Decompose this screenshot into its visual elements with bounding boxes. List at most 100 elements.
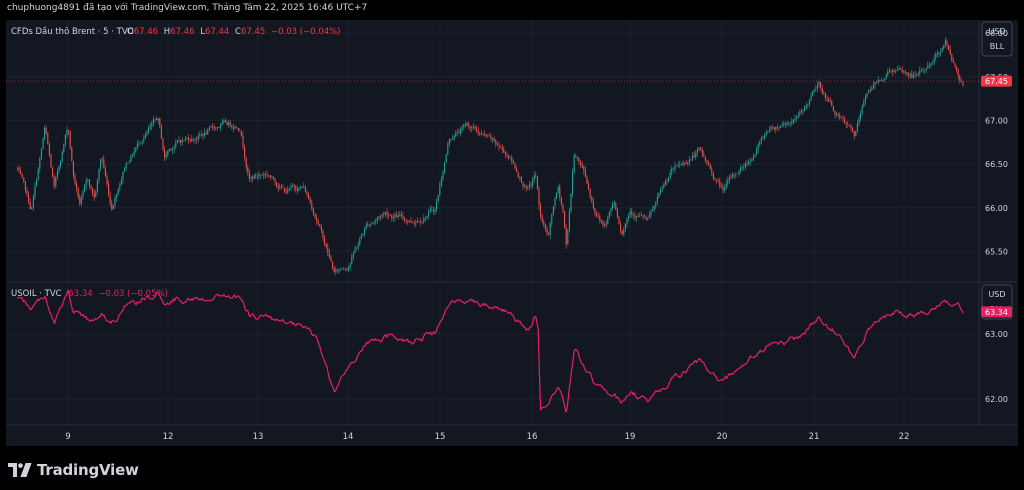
candle (831, 99, 833, 107)
brent-last-price-text: 67.45 (985, 77, 1008, 86)
candle (253, 174, 255, 180)
candle (533, 171, 535, 184)
candle (520, 175, 522, 183)
time-axis[interactable]: 9 12 13 14 15 16 19 20 21 22 (65, 432, 909, 442)
candle (461, 125, 463, 133)
candle (693, 151, 695, 159)
time-tick-label: 21 (809, 432, 820, 442)
candle (930, 62, 932, 69)
candle (45, 125, 47, 135)
candle (234, 124, 236, 130)
candle (853, 130, 855, 140)
candle (922, 67, 924, 73)
candle (920, 68, 922, 72)
candle (760, 135, 762, 145)
candle (380, 214, 382, 221)
candle (116, 193, 118, 202)
candle (132, 152, 134, 158)
candle (172, 146, 174, 155)
candle (589, 188, 591, 200)
candle (194, 137, 196, 144)
candle (631, 208, 633, 218)
candle (276, 181, 278, 189)
candle (884, 78, 886, 83)
candle (204, 128, 206, 139)
candle (308, 192, 310, 200)
candle (511, 154, 513, 165)
candle (440, 175, 442, 188)
chart-frame[interactable]: CFDs Dầu thô Brent · 5 · TVC O67.46 H67.… (6, 20, 1018, 446)
candle (508, 154, 510, 161)
candle (861, 103, 863, 116)
candle (840, 116, 842, 119)
candle (496, 141, 498, 146)
usoil-legend-symbol[interactable]: USOIL · TVC (11, 289, 62, 299)
candle (21, 173, 23, 179)
candle (951, 53, 953, 63)
candle (184, 135, 186, 143)
candle (807, 103, 809, 110)
usoil-line-series[interactable] (17, 289, 964, 413)
candle (229, 119, 231, 128)
candle (562, 203, 564, 214)
candle (175, 138, 177, 150)
usoil-price-axis[interactable]: 63.00 62.00 (985, 330, 1008, 404)
candle (208, 125, 210, 132)
candle (50, 153, 52, 168)
candle (640, 211, 642, 217)
candle (581, 161, 583, 169)
candle (799, 109, 801, 118)
candle (604, 221, 606, 228)
candle (183, 140, 185, 142)
candle (551, 213, 553, 227)
candle (536, 175, 538, 191)
candle (309, 196, 311, 205)
candle (244, 144, 246, 162)
candle (333, 265, 335, 274)
candle (863, 98, 865, 108)
candle (370, 221, 372, 227)
candle (952, 57, 954, 64)
candle (543, 219, 545, 228)
candle (541, 213, 543, 224)
brent-price-axis[interactable]: 68.0067.5067.0066.5066.0065.50 (985, 29, 1008, 256)
candle (213, 124, 215, 132)
brent-candlestick-series[interactable] (16, 36, 964, 276)
candle (596, 211, 598, 218)
candle (338, 269, 340, 274)
candle (885, 72, 887, 80)
candle (888, 66, 890, 74)
brent-currency-unit-button[interactable]: USD BLL (981, 21, 1013, 57)
candle (319, 223, 321, 228)
candle (215, 126, 217, 131)
candle (352, 251, 354, 261)
candle (108, 180, 110, 198)
candle (242, 131, 244, 150)
candle (941, 46, 943, 53)
candle (114, 194, 116, 209)
candle (324, 234, 326, 247)
candle (34, 182, 36, 200)
candle (248, 169, 250, 182)
candle (946, 39, 948, 50)
candle (960, 78, 962, 83)
candle (672, 167, 674, 171)
usoil-legend-change: −0.03 (−0.05%) (98, 289, 168, 299)
candle (653, 205, 655, 213)
candle (767, 131, 769, 135)
candle (180, 139, 182, 146)
candle (58, 165, 60, 175)
candle (236, 126, 238, 129)
candle (588, 180, 590, 191)
candle (714, 177, 716, 182)
candle (917, 71, 919, 77)
brent-legend-symbol[interactable]: CFDs Dầu thô Brent · 5 · TVC (11, 26, 134, 37)
candle (752, 153, 754, 162)
candle (146, 129, 148, 137)
candle (360, 232, 362, 239)
candle (23, 177, 25, 183)
candle (730, 173, 732, 179)
chart-canvas[interactable]: CFDs Dầu thô Brent · 5 · TVC O67.46 H67.… (6, 20, 1018, 446)
candle (104, 165, 106, 177)
candle (607, 215, 609, 225)
